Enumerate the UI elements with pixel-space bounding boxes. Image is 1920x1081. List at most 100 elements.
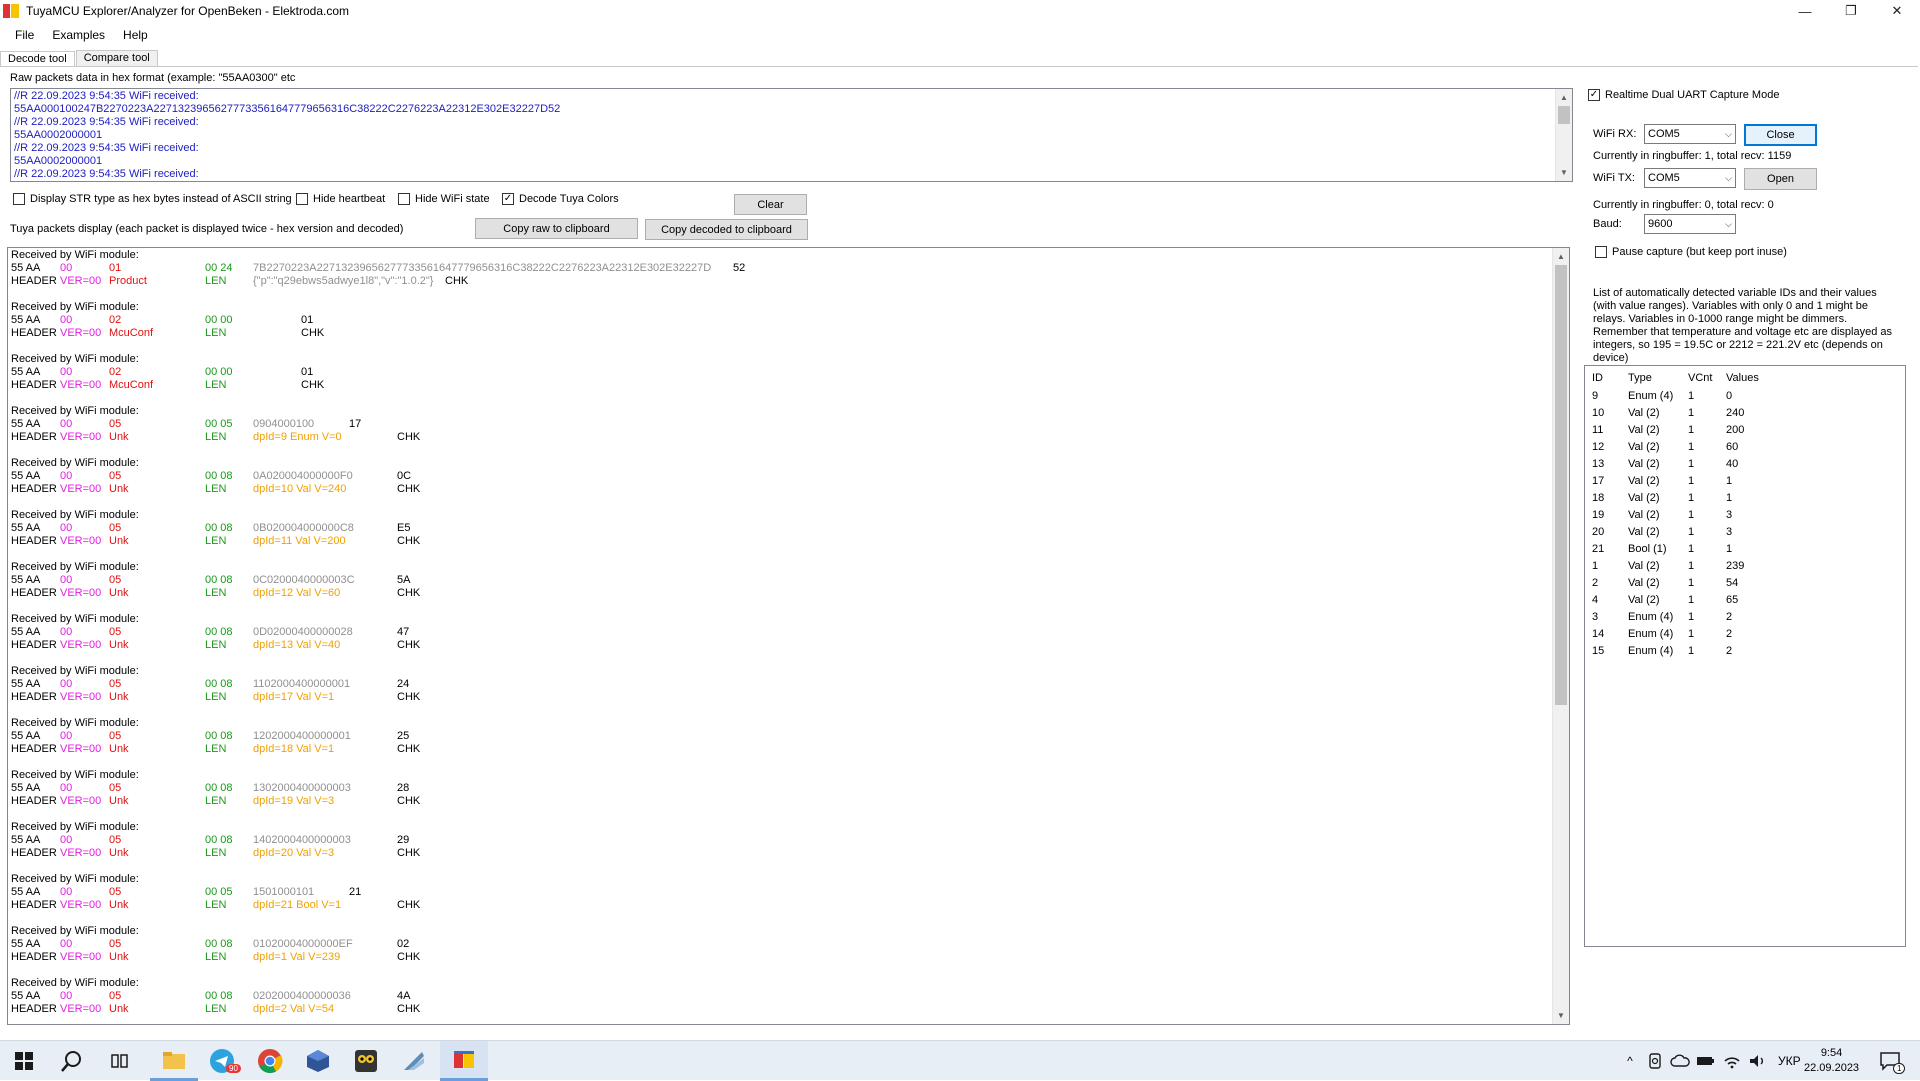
packet-checksum-hex: 28: [397, 782, 410, 794]
table-row[interactable]: 9 Enum (4) 1 0: [1585, 390, 1905, 407]
raw-packets-textbox[interactable]: //R 22.09.2023 9:54:35 WiFi received: 55A…: [10, 88, 1573, 182]
check-icon[interactable]: ✓: [502, 193, 514, 205]
table-row[interactable]: 4 Val (2) 1 65: [1585, 594, 1905, 611]
wifi-icon[interactable]: [1722, 1053, 1742, 1069]
menu-file[interactable]: File: [6, 28, 43, 42]
language-indicator[interactable]: УКР: [1778, 1054, 1801, 1068]
packet-checksum-name: CHK: [397, 1003, 421, 1015]
scroll-down-icon[interactable]: ▼: [1553, 1007, 1569, 1024]
col-values[interactable]: Values: [1726, 372, 1759, 384]
menu-examples[interactable]: Examples: [43, 28, 114, 42]
task-view-button[interactable]: [96, 1041, 144, 1081]
copy-raw-button[interactable]: Copy raw to clipboard: [475, 218, 638, 239]
wifi-rx-close-button[interactable]: Close: [1744, 124, 1817, 146]
decoded-scrollbar[interactable]: ▲ ▼: [1552, 248, 1569, 1024]
file-explorer-taskbar[interactable]: [150, 1041, 198, 1081]
checkbox-box[interactable]: [1595, 246, 1607, 258]
scroll-up-icon[interactable]: ▲: [1553, 248, 1569, 265]
tab-compare-tool[interactable]: Compare tool: [75, 50, 158, 66]
battery-icon[interactable]: [1696, 1055, 1716, 1067]
chrome-taskbar[interactable]: [246, 1041, 294, 1081]
table-row[interactable]: 21 Bool (1) 1 1: [1585, 543, 1905, 560]
tab-strip: Decode tool Compare tool: [0, 48, 159, 67]
minimize-button[interactable]: —: [1782, 0, 1828, 22]
decode-tuya-colors-checkbox[interactable]: ✓ Decode Tuya Colors: [502, 193, 619, 205]
cloud-icon[interactable]: [1670, 1054, 1690, 1068]
scroll-up-icon[interactable]: ▲: [1556, 89, 1572, 106]
search-button[interactable]: [48, 1041, 96, 1081]
packet-payload-decoded: dpId=11 Val V=200: [253, 535, 346, 547]
packet-checksum-name: CHK: [397, 691, 421, 703]
table-row[interactable]: 12 Val (2) 1 60: [1585, 441, 1905, 458]
hide-heartbeat-checkbox[interactable]: Hide heartbeat: [296, 193, 385, 205]
raw-scrollbar[interactable]: ▲ ▼: [1555, 89, 1572, 181]
owl-icon: [355, 1050, 377, 1072]
packet-header-hex: 55 AA: [11, 314, 41, 326]
pause-capture-checkbox[interactable]: Pause capture (but keep port inuse): [1595, 246, 1787, 258]
clear-button[interactable]: Clear: [734, 194, 807, 215]
wifi-tx-port-select[interactable]: COM5 ⌵: [1644, 168, 1736, 188]
decoded-packets-display[interactable]: Received by WiFi module: 55 AA 00 01 00 24 HE…: [7, 247, 1570, 1025]
packet-entry: Received by WiFi module: 55 AA 00 05 00 08 HE…: [11, 665, 1551, 717]
table-row[interactable]: 10 Val (2) 1 240: [1585, 407, 1905, 424]
clock[interactable]: 9:54 22.09.2023: [1804, 1041, 1859, 1081]
wifi-rx-port-select[interactable]: COM5 ⌵: [1644, 124, 1736, 144]
table-row[interactable]: 19 Val (2) 1 3: [1585, 509, 1905, 526]
chevron-down-icon[interactable]: ⌵: [1725, 215, 1732, 233]
table-row[interactable]: 18 Val (2) 1 1: [1585, 492, 1905, 509]
raw-line: 55AA000100247B2270223A227132396562777335…: [14, 103, 561, 115]
checkbox-box[interactable]: [296, 193, 308, 205]
packet-entry: Received by WiFi module: 55 AA 00 05 00 08 HE…: [11, 769, 1551, 821]
app-taskbar-6[interactable]: [390, 1041, 438, 1081]
wifi-tx-open-button[interactable]: Open: [1744, 168, 1817, 190]
col-id[interactable]: ID: [1592, 372, 1603, 384]
table-row[interactable]: 1 Val (2) 1 239: [1585, 560, 1905, 577]
chevron-down-icon[interactable]: ⌵: [1725, 169, 1732, 187]
display-str-hex-checkbox[interactable]: Display STR type as hex bytes instead of…: [13, 193, 292, 205]
tab-decode-tool[interactable]: Decode tool: [0, 51, 75, 67]
table-row[interactable]: 3 Enum (4) 1 2: [1585, 611, 1905, 628]
baud-rate-select[interactable]: 9600 ⌵: [1644, 214, 1736, 234]
var-value: 240: [1726, 407, 1745, 419]
chevron-down-icon[interactable]: ⌵: [1725, 125, 1732, 143]
table-row[interactable]: 17 Val (2) 1 1: [1585, 475, 1905, 492]
var-id: 17: [1592, 475, 1605, 487]
hide-wifi-state-checkbox[interactable]: Hide WiFi state: [398, 193, 490, 205]
check-icon[interactable]: ✓: [1588, 89, 1600, 101]
packet-command-name: Unk: [109, 535, 129, 547]
maximize-button[interactable]: ❐: [1828, 0, 1874, 22]
checkbox-box[interactable]: [13, 193, 25, 205]
var-type: Val (2): [1628, 475, 1660, 487]
scroll-down-icon[interactable]: ▼: [1556, 164, 1572, 181]
app-taskbar-5[interactable]: [342, 1041, 390, 1081]
speaker-icon[interactable]: [1748, 1053, 1768, 1069]
table-row[interactable]: 2 Val (2) 1 54: [1585, 577, 1905, 594]
table-row[interactable]: 20 Val (2) 1 3: [1585, 526, 1905, 543]
start-button[interactable]: [0, 1041, 48, 1081]
packet-version-hex: 00: [60, 678, 73, 690]
table-row[interactable]: 15 Enum (4) 1 2: [1585, 645, 1905, 662]
chrome-icon: [258, 1049, 283, 1074]
menu-help[interactable]: Help: [114, 28, 157, 42]
table-row[interactable]: 13 Val (2) 1 40: [1585, 458, 1905, 475]
tuyamcu-taskbar[interactable]: [440, 1041, 488, 1081]
checkbox-box[interactable]: [398, 193, 410, 205]
table-row[interactable]: 11 Val (2) 1 200: [1585, 424, 1905, 441]
telegram-taskbar[interactable]: 90: [198, 1041, 246, 1081]
realtime-capture-checkbox[interactable]: ✓ Realtime Dual UART Capture Mode: [1588, 89, 1779, 101]
device-icon[interactable]: [1646, 1053, 1664, 1069]
virtualbox-taskbar[interactable]: [294, 1041, 342, 1081]
packet-entry: Received by WiFi module: 55 AA 00 02 00 00 HE…: [11, 301, 1551, 353]
tray-overflow-icon[interactable]: ^: [1620, 1054, 1640, 1068]
close-window-button[interactable]: ✕: [1874, 0, 1920, 22]
decoded-scroll-thumb[interactable]: [1555, 265, 1567, 705]
packet-payload-decoded: dpId=20 Val V=3: [253, 847, 335, 859]
col-type[interactable]: Type: [1628, 372, 1652, 384]
col-vcnt[interactable]: VCnt: [1688, 372, 1712, 384]
packet-command-name: Unk: [109, 899, 129, 911]
variables-table[interactable]: ID Type VCnt Values 9 Enum (4) 1 0 10 Val (2)…: [1584, 365, 1906, 947]
copy-decoded-button[interactable]: Copy decoded to clipboard: [645, 219, 808, 240]
notification-center-button[interactable]: 1: [1866, 1041, 1914, 1081]
raw-scroll-thumb[interactable]: [1558, 106, 1570, 124]
table-row[interactable]: 14 Enum (4) 1 2: [1585, 628, 1905, 645]
